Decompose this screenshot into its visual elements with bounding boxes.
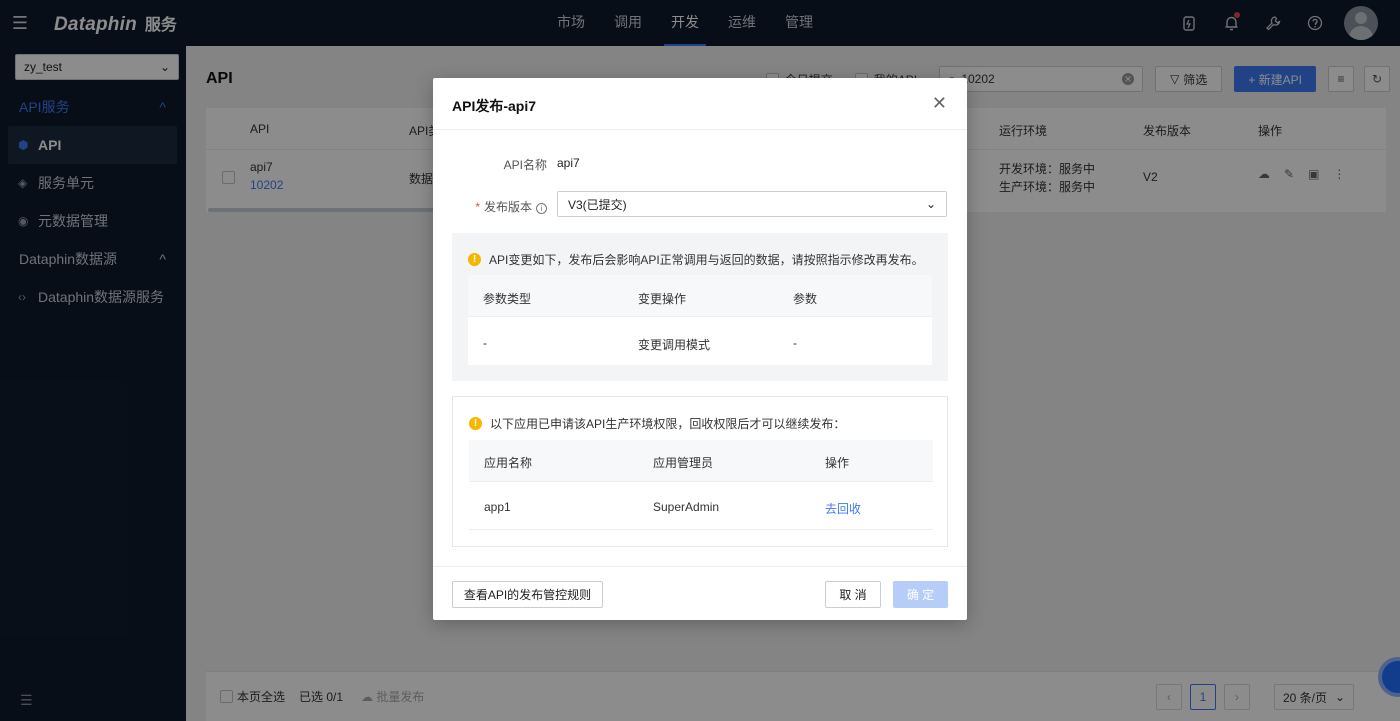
change-table-header: 参数类型 变更操作 参数: [468, 275, 932, 317]
required-mark: *: [475, 200, 480, 214]
api-name-label: API名称: [503, 158, 547, 172]
view-rules-button[interactable]: 查看API的发布管控规则: [452, 581, 603, 608]
change-table: 参数类型 变更操作 参数 - 变更调用模式 -: [468, 275, 932, 365]
warning-icon: !: [468, 253, 481, 266]
change-panel: ! API变更如下，发布后会影响API正常调用与返回的数据，请按照指示修改再发布…: [452, 233, 948, 381]
change-cell-param: -: [793, 336, 797, 350]
version-select[interactable]: V3(已提交) ⌄: [557, 191, 947, 217]
change-warning: ! API变更如下，发布后会影响API正常调用与返回的数据，请按照指示修改再发布…: [468, 251, 924, 268]
dialog-footer: 查看API的发布管控规则 取 消 确 定: [433, 566, 967, 620]
dialog-title: API发布-api7: [452, 98, 537, 114]
publish-dialog: API发布-api7 ✕ API名称 api7 * 发布版本 i V3(已提交) ⌄…: [433, 78, 967, 620]
confirm-button[interactable]: 确 定: [893, 581, 948, 608]
permission-warning-text: 以下应用已申请该API生产环境权限，回收权限后才可以继续发布：: [490, 417, 846, 431]
change-col-param-type: 参数类型: [483, 292, 532, 306]
change-col-operation: 变更操作: [638, 292, 687, 306]
version-select-value: V3(已提交): [568, 197, 627, 212]
change-warning-text: API变更如下，发布后会影响API正常调用与返回的数据，请按照指示修改再发布。: [489, 253, 924, 267]
api-name-value: api7: [557, 156, 580, 170]
perm-cell-app: app1: [484, 500, 511, 514]
version-label-wrap: * 发布版本 i: [433, 198, 547, 215]
version-label: 发布版本: [483, 200, 532, 214]
close-icon[interactable]: ✕: [932, 94, 947, 112]
chevron-down-icon: ⌄: [925, 197, 936, 211]
cancel-button[interactable]: 取 消: [825, 581, 881, 608]
revoke-link[interactable]: 去回收: [825, 500, 861, 517]
warning-icon: !: [469, 417, 482, 430]
info-icon[interactable]: i: [536, 203, 547, 214]
change-cell-param-type: -: [483, 336, 487, 350]
permission-table-header: 应用名称 应用管理员 操作: [469, 440, 933, 482]
perm-cell-admin: SuperAdmin: [653, 500, 720, 514]
perm-col-app: 应用名称: [484, 456, 533, 470]
perm-col-admin: 应用管理员: [653, 456, 714, 470]
change-cell-operation: 变更调用模式: [638, 338, 711, 352]
change-col-param: 参数: [793, 292, 818, 306]
permission-table: 应用名称 应用管理员 操作 app1 SuperAdmin 去回收: [469, 440, 933, 530]
dialog-header: API发布-api7 ✕: [433, 78, 967, 130]
perm-col-ops: 操作: [825, 456, 850, 470]
permission-warning: ! 以下应用已申请该API生产环境权限，回收权限后才可以继续发布：: [469, 415, 845, 432]
permission-panel: ! 以下应用已申请该API生产环境权限，回收权限后才可以继续发布： 应用名称 应…: [452, 396, 948, 547]
